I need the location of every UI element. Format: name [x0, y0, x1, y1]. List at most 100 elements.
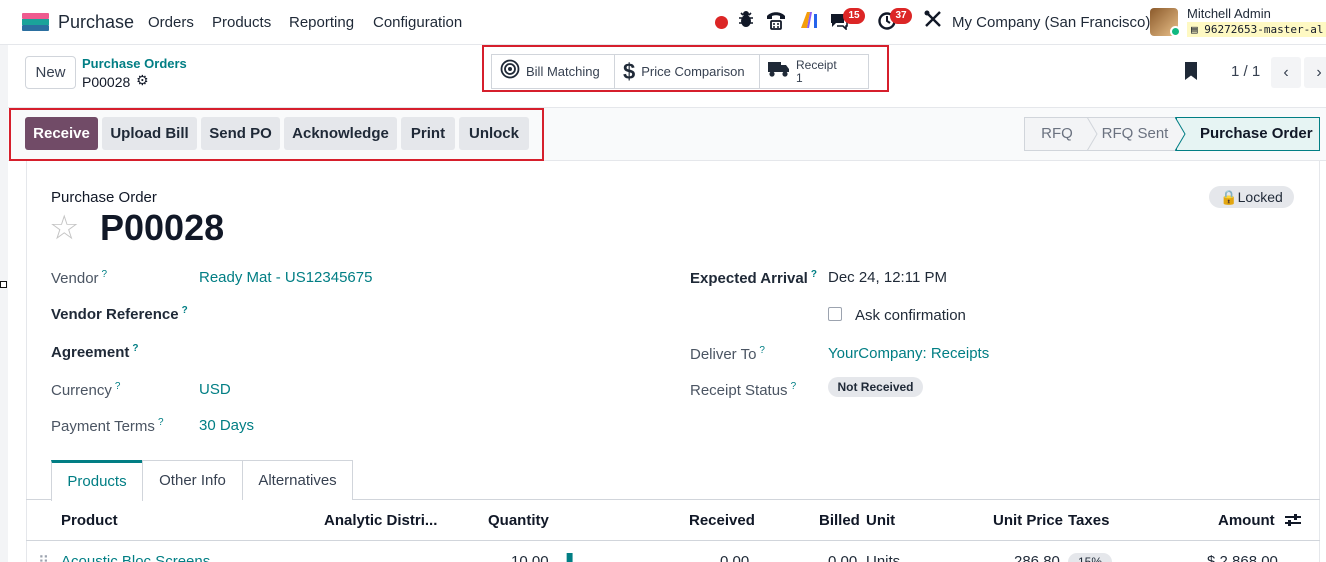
receipt-button[interactable]: Receipt 1 — [760, 55, 868, 88]
column-analytic-distribution[interactable]: Analytic Distri... — [324, 512, 437, 529]
tab-other-info[interactable]: Other Info — [142, 460, 243, 500]
bug-icon[interactable] — [738, 10, 754, 36]
bookmark-icon[interactable] — [1185, 62, 1197, 80]
drag-handle-icon[interactable]: ⠿ — [38, 553, 49, 562]
status-purchase-order[interactable]: Purchase Order — [1176, 117, 1320, 151]
column-billed[interactable]: Billed — [819, 512, 860, 529]
database-name: 96272653-master-al — [1204, 23, 1324, 36]
app-menu-icon[interactable] — [22, 13, 49, 31]
receive-button[interactable]: Receive — [25, 117, 98, 150]
upload-bill-button[interactable]: Upload Bill — [102, 117, 197, 150]
gear-icon[interactable]: ⚙ — [136, 72, 149, 89]
row-product[interactable]: Acoustic Bloc Screens — [61, 553, 210, 562]
help-icon[interactable]: ? — [115, 381, 121, 392]
column-unit[interactable]: Unit — [866, 512, 895, 529]
phone-icon[interactable] — [765, 10, 787, 38]
send-po-button[interactable]: Send PO — [201, 117, 280, 150]
database-tag: ▤ 96272653-master-al — [1187, 22, 1326, 37]
ai-icon[interactable] — [800, 10, 820, 38]
column-taxes[interactable]: Taxes — [1068, 512, 1109, 529]
breadcrumb-current: P00028 — [82, 74, 131, 90]
row-tax-badge[interactable]: 15% — [1068, 553, 1112, 562]
truck-icon — [768, 60, 790, 83]
expected-arrival-label-text: Expected Arrival — [690, 270, 808, 287]
menu-configuration[interactable]: Configuration — [373, 14, 462, 31]
record-title-label: Purchase Order — [51, 189, 157, 206]
vendor-field[interactable]: Ready Mat - US12345675 — [199, 269, 372, 286]
expected-arrival-field[interactable]: Dec 24, 12:11 PM — [828, 269, 947, 286]
pager-previous-button[interactable]: ‹ — [1271, 57, 1301, 88]
row-amount: $ 2,868.00 — [1207, 553, 1278, 562]
row-unit-price[interactable]: 286.80 — [1014, 553, 1060, 562]
menu-products[interactable]: Products — [212, 14, 271, 31]
help-icon[interactable]: ? — [158, 417, 164, 428]
status-rfq[interactable]: RFQ — [1028, 117, 1086, 150]
menu-reporting[interactable]: Reporting — [289, 14, 354, 31]
database-icon: ▤ — [1191, 23, 1205, 36]
vendor-reference-label-text: Vendor Reference — [51, 306, 179, 323]
menu-orders[interactable]: Orders — [148, 14, 194, 31]
receipt-text: Receipt 1 — [796, 58, 837, 85]
deliver-to-label-text: Deliver To — [690, 346, 757, 363]
acknowledge-button[interactable]: Acknowledge — [284, 117, 397, 150]
agreement-field[interactable] — [199, 343, 619, 363]
status-chevron-active — [1175, 117, 1186, 151]
column-quantity[interactable]: Quantity — [488, 512, 549, 529]
vendor-reference-label: Vendor Reference? — [51, 305, 188, 323]
ask-confirmation-checkbox[interactable] — [828, 307, 842, 321]
star-icon[interactable]: ☆ — [49, 209, 79, 247]
receipt-status-badge: Not Received — [828, 377, 923, 397]
pager-next-button[interactable]: › — [1304, 57, 1326, 88]
help-icon[interactable]: ? — [102, 269, 108, 280]
payment-terms-label: Payment Terms? — [51, 417, 164, 435]
column-amount[interactable]: Amount — [1218, 512, 1275, 529]
row-received: 0.00 — [720, 553, 750, 562]
target-icon — [500, 59, 520, 84]
status-rfq-sent[interactable]: RFQ Sent — [1098, 117, 1172, 150]
price-comparison-button[interactable]: $ Price Comparison — [615, 55, 760, 88]
tab-alternatives[interactable]: Alternatives — [242, 460, 353, 500]
company-switcher[interactable]: My Company (San Francisco) — [952, 14, 1150, 31]
column-product[interactable]: Product — [61, 512, 118, 529]
vendor-label-text: Vendor — [51, 270, 99, 287]
record-name: P00028 — [100, 207, 225, 248]
help-icon[interactable]: ? — [759, 345, 765, 356]
table-header-divider — [26, 540, 1320, 541]
column-settings-icon[interactable] — [1284, 511, 1302, 533]
payment-terms-label-text: Payment Terms — [51, 418, 155, 435]
help-icon[interactable]: ? — [811, 269, 817, 280]
help-icon[interactable]: ? — [791, 381, 797, 392]
expected-arrival-label: Expected Arrival? — [690, 269, 817, 287]
chat-badge: 15 — [843, 8, 865, 24]
dollar-icon: $ — [623, 58, 636, 84]
pager-value[interactable]: 1 / 1 — [1231, 63, 1260, 80]
column-unit-price[interactable]: Unit Price — [993, 512, 1063, 529]
lock-icon: 🔒 — [1220, 189, 1238, 205]
unlock-button[interactable]: Unlock — [459, 117, 529, 150]
record-icon[interactable] — [715, 16, 728, 29]
payment-terms-field[interactable]: 30 Days — [199, 417, 254, 434]
app-name[interactable]: Purchase — [58, 12, 134, 33]
price-comparison-label: Price Comparison — [641, 64, 745, 79]
help-icon[interactable]: ? — [182, 305, 188, 316]
tab-products[interactable]: Products — [51, 460, 143, 501]
row-quantity[interactable]: 10.00 — [511, 553, 549, 562]
user-name[interactable]: Mitchell Admin — [1187, 6, 1271, 21]
row-unit[interactable]: Units — [866, 553, 900, 562]
column-received[interactable]: Received — [689, 512, 755, 529]
currency-field[interactable]: USD — [199, 381, 231, 398]
help-icon[interactable]: ? — [132, 343, 138, 354]
tools-icon[interactable] — [924, 10, 942, 38]
resize-handle[interactable] — [0, 281, 7, 288]
bill-matching-button[interactable]: Bill Matching — [492, 55, 615, 88]
new-button[interactable]: New — [25, 56, 76, 89]
forecast-chart-icon[interactable]: ▟ — [561, 553, 573, 562]
print-button[interactable]: Print — [401, 117, 455, 150]
locked-label: Locked — [1237, 189, 1283, 205]
vendor-reference-field[interactable] — [199, 305, 619, 325]
deliver-to-field[interactable]: YourCompany: Receipts — [828, 345, 989, 362]
currency-label: Currency? — [51, 381, 120, 399]
breadcrumb-parent[interactable]: Purchase Orders — [82, 56, 187, 71]
page: Purchase Orders Products Reporting Confi… — [0, 0, 1326, 562]
status-chevron — [1086, 117, 1098, 151]
